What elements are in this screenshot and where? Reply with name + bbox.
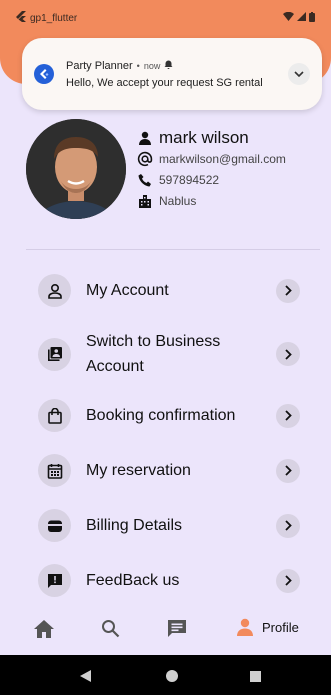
notification-card[interactable]: Party Planner • now Hello, We accept you… (22, 38, 322, 110)
person-icon (136, 129, 154, 147)
home-icon (34, 620, 54, 638)
menu-item-booking-confirmation[interactable]: Booking confirmation (38, 399, 300, 432)
menu-item-label: Booking confirmation (86, 407, 236, 424)
notification-message: Hello, We accept your request SG rental (66, 76, 263, 89)
person-outline-icon (38, 274, 71, 307)
chevron-right-icon[interactable] (276, 278, 300, 303)
profile-city: Nablus (159, 193, 197, 208)
menu-item-switch-business[interactable]: Switch to Business Account (38, 329, 300, 379)
menu-item-my-account[interactable]: My Account (38, 274, 300, 307)
status-bar: gp1_flutter (0, 0, 331, 36)
chevron-down-icon (294, 71, 304, 77)
feedback-icon (38, 564, 71, 597)
profile-phone: 597894522 (159, 172, 220, 187)
nav-profile-label: Profile (262, 619, 299, 635)
calendar-icon (38, 454, 71, 487)
chevron-right-icon[interactable] (276, 568, 300, 593)
menu-item-label: Switch to Business Account (86, 333, 221, 375)
search-icon (102, 620, 120, 638)
business-card-icon (38, 337, 71, 371)
profile-section: mark wilson markwilson@gmail.com 5978945… (26, 119, 316, 219)
system-navigation-bar (0, 655, 331, 695)
signal-icon (297, 12, 306, 24)
profile-email: markwilson@gmail.com (159, 151, 286, 166)
chevron-right-icon[interactable] (276, 342, 300, 366)
recents-button[interactable] (250, 669, 261, 687)
nav-profile[interactable]: Profile (236, 618, 299, 636)
battery-icon (309, 11, 315, 25)
recents-icon (250, 671, 261, 682)
menu-item-label: My reservation (86, 462, 191, 479)
menu-item-label: My Account (86, 282, 169, 299)
notification-time: now (143, 60, 161, 71)
menu-item-billing-details[interactable]: Billing Details (38, 509, 300, 542)
at-sign-icon (136, 150, 154, 168)
bell-icon (164, 60, 173, 72)
profile-name: mark wilson (159, 127, 249, 147)
notification-app-name: Party Planner (66, 59, 133, 72)
bottom-navigation: Profile (0, 605, 331, 655)
status-app-name: gp1_flutter (30, 12, 78, 24)
home-button[interactable] (166, 669, 178, 687)
nav-search[interactable] (101, 619, 120, 638)
menu-item-my-reservation[interactable]: My reservation (38, 454, 300, 487)
notification-separator: • (136, 60, 140, 71)
shopping-bag-icon (38, 399, 71, 432)
nav-home[interactable] (34, 620, 54, 638)
home-circle-icon (166, 670, 178, 682)
chevron-right-icon[interactable] (276, 403, 300, 428)
expand-notification-button[interactable] (288, 63, 310, 85)
nav-chat[interactable] (167, 619, 187, 638)
chevron-right-icon[interactable] (276, 513, 300, 538)
back-icon (80, 670, 91, 682)
party-planner-icon (34, 64, 54, 84)
menu-item-label: Billing Details (86, 517, 183, 534)
menu-item-label: FeedBack us (86, 572, 180, 589)
wifi-icon (283, 11, 294, 24)
phone-icon (136, 171, 154, 189)
wallet-icon (38, 509, 71, 542)
city-icon (136, 192, 154, 210)
menu-item-feedback[interactable]: FeedBack us (38, 564, 300, 597)
chevron-right-icon[interactable] (276, 458, 300, 483)
profile-icon (237, 618, 253, 636)
avatar[interactable] (26, 119, 126, 219)
flutter-logo-icon (16, 11, 26, 25)
divider (26, 249, 320, 250)
back-button[interactable] (80, 669, 91, 687)
chat-icon (168, 620, 186, 637)
